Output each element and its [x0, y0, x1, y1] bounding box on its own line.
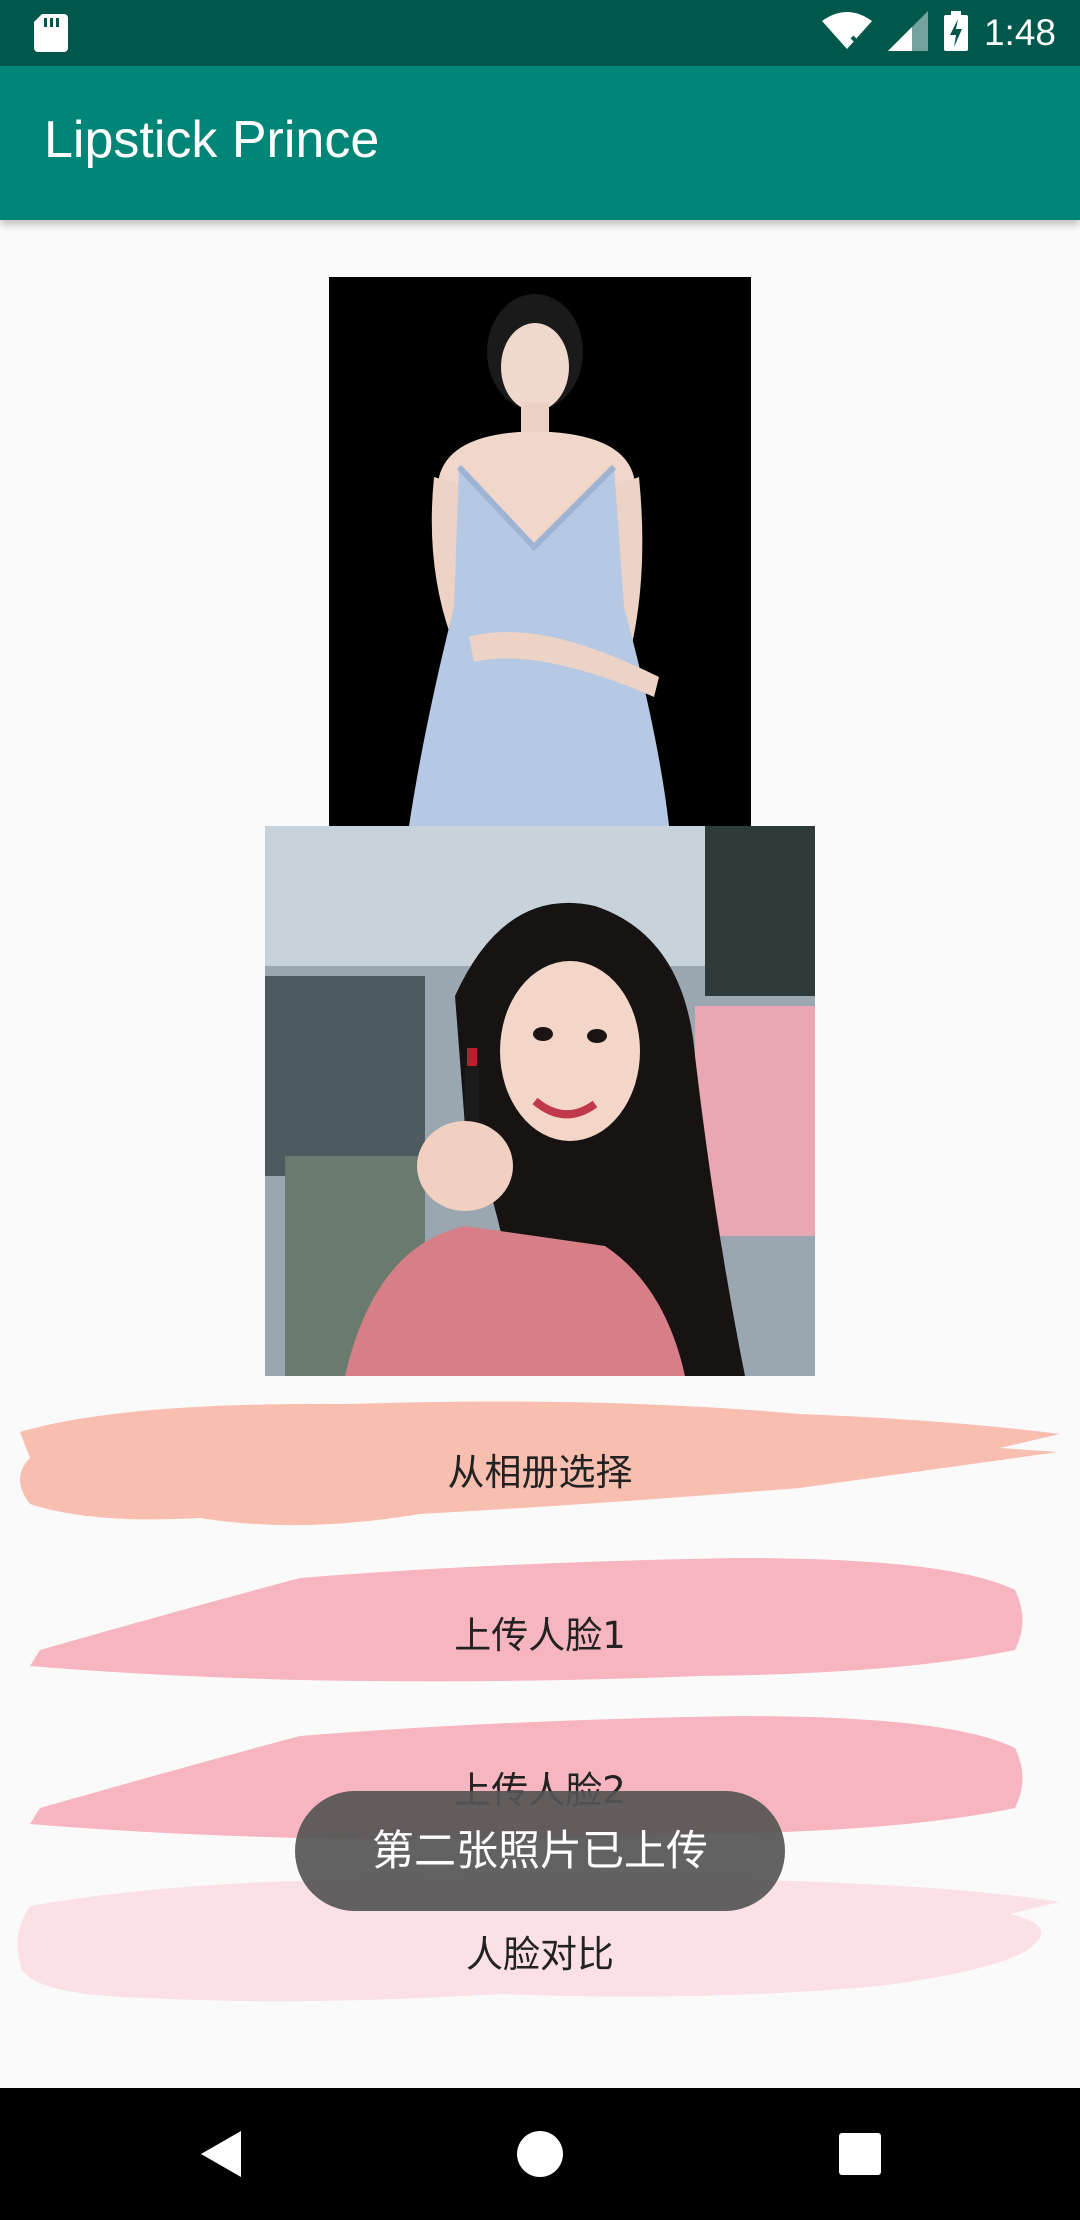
upload-face-1-label: 上传人脸1	[454, 1614, 626, 1657]
upload-face-1-button[interactable]: 上传人脸1	[0, 1550, 1080, 1700]
home-button[interactable]	[475, 2088, 605, 2220]
battery-charging-icon	[943, 11, 968, 55]
toast-message: 第二张照片已上传	[295, 1791, 785, 1911]
face-photo-2	[265, 826, 815, 1376]
app-bar: Lipstick Prince	[0, 66, 1080, 220]
status-time: 1:48	[983, 12, 1056, 53]
home-icon	[517, 2131, 563, 2177]
select-from-album-button[interactable]: 从相册选择	[0, 1392, 1080, 1542]
face-photo-1	[329, 277, 751, 826]
navigation-bar	[0, 2088, 1080, 2220]
select-from-album-label: 从相册选择	[447, 1451, 633, 1494]
status-bar: 1:48	[0, 0, 1080, 66]
sd-card-icon	[34, 14, 68, 56]
compare-faces-label: 人脸对比	[466, 1933, 614, 1976]
back-button[interactable]	[155, 2088, 285, 2220]
app-title: Lipstick Prince	[44, 111, 380, 169]
recents-icon	[839, 2133, 881, 2175]
signal-icon	[887, 11, 928, 55]
recents-button[interactable]	[795, 2088, 925, 2220]
back-icon	[201, 2131, 241, 2177]
wifi-off-icon	[821, 11, 872, 55]
